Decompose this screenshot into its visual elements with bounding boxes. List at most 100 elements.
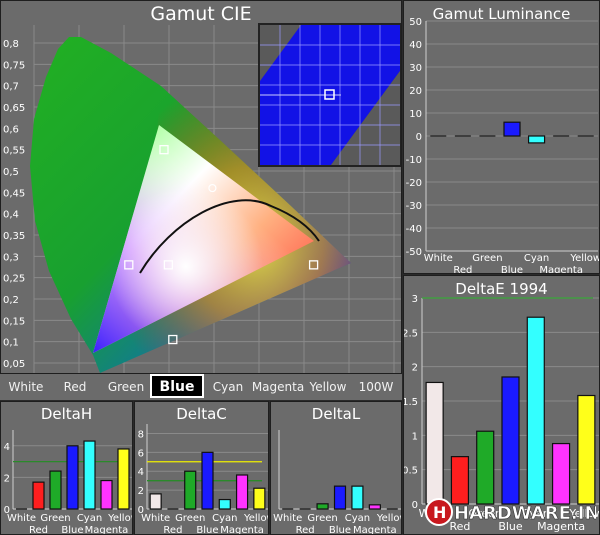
bar-yellow	[117, 448, 130, 510]
y-tick-label: 8	[138, 429, 144, 440]
x-tick-label: White	[141, 513, 170, 524]
x-tick-label: Red	[296, 525, 315, 535]
deltac-panel: DeltaC 8 6 4 2 0 White Red Green Blue Cyan Magenta…	[134, 401, 269, 535]
cie-diagram: 0,8 0,75 0,7 0,65 0,6 0,55 0,5 0,45 0,4 0,35 0,3 0,…	[3, 23, 401, 373]
bar-white	[282, 508, 294, 510]
x-tick-label: Green	[40, 513, 70, 524]
y-tick-label: 0	[412, 500, 418, 511]
x-tick-label: White	[273, 513, 302, 524]
x-tick-label: Blue	[501, 265, 523, 274]
tab-cyan[interactable]: Cyan	[206, 374, 250, 400]
deltal-panel: DeltaL White Red Green Blue Cyan Magenta Yello…	[270, 401, 402, 535]
bar-cyan	[526, 316, 545, 505]
cie-y-tick-label: 0,35	[3, 231, 25, 242]
gamut-cie-panel: Gamut CIE 0,8 0,75 0,7 0,65 0,6 0,55 0,5…	[0, 0, 402, 374]
deltac-chart: 86420WhiteRedGreenBlueCyanMagentaYellow	[138, 424, 269, 535]
x-tick-label: Blue	[196, 525, 218, 535]
bar-blue	[201, 451, 214, 510]
y-tick-label: -30	[406, 201, 422, 212]
x-tick-label: Blue	[61, 525, 83, 535]
bar-white	[149, 493, 162, 510]
y-tick-label: 1.5	[404, 397, 418, 408]
cie-y-tick-label: 0,8	[3, 39, 19, 50]
x-tick-label: Yellow	[376, 513, 402, 524]
bar-cyan	[83, 440, 96, 510]
tab-100w[interactable]: 100W	[352, 374, 400, 400]
cie-y-tick-label: 0,65	[3, 103, 25, 114]
cie-y-tick-label: 0,25	[3, 274, 25, 285]
bar-yellow	[577, 394, 596, 505]
bar-blue	[66, 445, 79, 510]
y-tick-label: 50	[409, 17, 422, 28]
tab-yellow[interactable]: Yellow	[306, 374, 350, 400]
bar-blue	[503, 121, 521, 137]
tab-blue[interactable]: Blue	[150, 374, 204, 398]
x-tick-label: Green	[175, 513, 205, 524]
y-tick-label: -10	[406, 155, 422, 166]
x-tick-label: Red	[29, 525, 48, 535]
y-tick-label: -50	[406, 247, 422, 258]
x-tick-label: Magenta	[539, 265, 583, 274]
deltah-chart: 420WhiteRedGreenBlueCyanMagentaYellow	[4, 430, 133, 535]
bar-magenta	[235, 474, 249, 510]
x-tick-label: Red	[453, 265, 472, 274]
y-tick-label: 30	[409, 63, 422, 74]
y-tick-label: 2	[4, 473, 10, 484]
tab-white[interactable]: White	[0, 374, 52, 400]
y-tick-label: 2	[412, 363, 418, 374]
tab-red[interactable]: Red	[52, 374, 98, 400]
y-tick-label: 3	[412, 294, 418, 305]
bar-red	[454, 135, 471, 137]
x-tick-label: Yellow	[243, 513, 269, 524]
cie-y-tick-label: 0,1	[3, 338, 19, 349]
y-tick-label: 40	[409, 40, 422, 51]
x-tick-label: Magenta	[220, 525, 264, 535]
color-tab-bar: White Red Green Blue Cyan Magenta Yellow…	[0, 374, 402, 400]
svg-text:H: H	[433, 503, 446, 522]
cie-y-tick-label: 0,75	[3, 60, 25, 71]
y-tick-label: 2	[138, 486, 144, 497]
x-tick-label: Magenta	[353, 525, 397, 535]
cie-y-tick-label: 0,4	[3, 210, 19, 221]
bar-magenta	[100, 479, 113, 510]
y-tick-label: 20	[409, 86, 422, 97]
x-tick-label: Yellow	[107, 513, 133, 524]
bar-white	[16, 508, 27, 510]
y-tick-label: -20	[406, 178, 422, 189]
tab-magenta[interactable]: Magenta	[250, 374, 306, 400]
x-tick-label: Magenta	[85, 525, 129, 535]
cie-y-tick-label: 0,45	[3, 188, 25, 199]
y-tick-label: 0	[416, 132, 422, 143]
cie-y-tick-label: 0,15	[3, 316, 25, 327]
bar-white	[430, 135, 447, 137]
x-tick-label: White	[7, 513, 36, 524]
y-tick-label: 1	[412, 431, 418, 442]
y-tick-label: 4	[4, 442, 10, 453]
bar-magenta	[551, 442, 571, 505]
y-tick-label: 6	[138, 448, 144, 459]
tab-green[interactable]: Green	[102, 374, 150, 400]
x-tick-label: Green	[472, 253, 502, 264]
gamut-luminance-panel: Gamut Luminance 50 40 30 20 10 0 -10 -20 -30 -40-…	[403, 0, 600, 274]
bar-green	[49, 470, 62, 510]
logo-graphic: H HARDWARE.INFO	[425, 498, 596, 526]
bar-cyan	[218, 498, 231, 510]
y-tick-label: -40	[406, 224, 422, 235]
x-tick-label: Cyan	[77, 513, 102, 524]
hardware-info-logo: H HARDWARE.INFO	[424, 497, 596, 527]
x-tick-label: White	[424, 253, 453, 264]
bar-blue	[333, 485, 347, 510]
x-tick-label: Cyan	[212, 513, 237, 524]
bar-magenta	[553, 135, 570, 137]
x-tick-label: Cyan	[345, 513, 370, 524]
bar-green	[184, 470, 197, 510]
bar-magenta	[368, 504, 381, 510]
x-tick-label: Yellow	[569, 253, 600, 264]
bar-yellow	[577, 135, 594, 137]
cie-inset	[258, 23, 401, 167]
cie-y-tick-label: 0,6	[3, 124, 19, 135]
y-tick-label: 10	[409, 109, 422, 120]
x-tick-label: Blue	[329, 525, 351, 535]
bar-white	[425, 381, 444, 505]
cie-y-tick-label: 0,2	[3, 295, 19, 306]
